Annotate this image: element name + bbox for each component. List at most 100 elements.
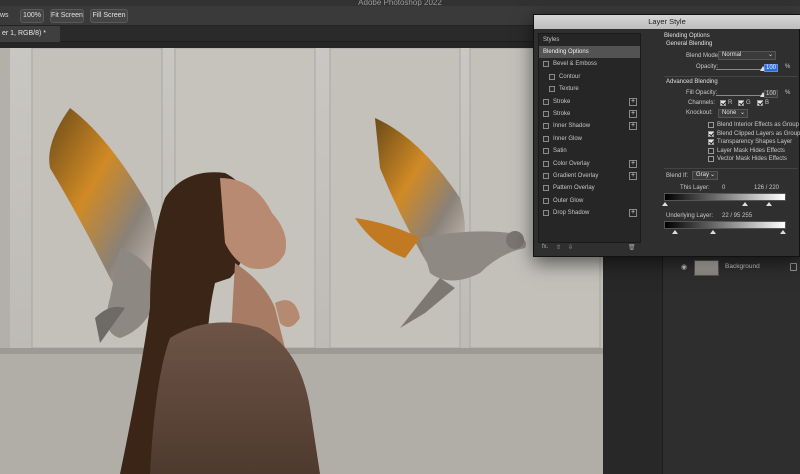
channel-r-checkbox[interactable] <box>720 100 726 106</box>
this-layer-white-slider-left[interactable] <box>742 202 748 206</box>
style-item-label: Color Overlay <box>553 160 590 167</box>
this-layer-high: 126 / 220 <box>754 185 780 191</box>
zoom-100-button[interactable]: 100% <box>20 9 44 23</box>
chevron-down-icon: ⌄ <box>767 52 773 58</box>
photoshop-window: Adobe Photoshop 2022 ws 100% Fit Screen … <box>0 0 800 474</box>
styles-header-label: Styles <box>543 37 560 43</box>
fit-screen-button[interactable]: Fit Screen <box>50 9 84 23</box>
underlying-black-slider[interactable] <box>672 230 678 234</box>
fill-screen-button[interactable]: Fill Screen <box>90 9 128 23</box>
channel-g-checkbox[interactable] <box>738 100 744 106</box>
opacity-slider[interactable] <box>716 66 766 71</box>
option-checkbox[interactable] <box>708 147 714 154</box>
styles-footer: fx. ⇧ ⇩ 🗑 <box>538 244 641 254</box>
eye-icon[interactable]: ◉ <box>681 264 690 272</box>
styles-list: Styles Blending Options Bevel & Emboss Con… <box>538 33 641 243</box>
move-down-icon[interactable]: ⇩ <box>568 244 573 251</box>
this-layer-low: 0 <box>722 185 726 191</box>
style-item-contour[interactable]: Contour <box>539 71 640 83</box>
add-effect-icon[interactable]: + <box>629 122 637 131</box>
fill-opacity-label: Fill Opacity: <box>686 90 718 96</box>
option-checkbox[interactable] <box>708 130 714 137</box>
styles-header[interactable]: Styles <box>539 34 640 46</box>
option-label: Vector Mask Hides Effects <box>717 156 787 163</box>
underlying-layer-label: Underlying Layer: <box>666 213 714 219</box>
this-layer-black-slider[interactable] <box>662 202 668 206</box>
style-checkbox[interactable] <box>543 123 549 130</box>
knockout-value: None <box>722 110 737 116</box>
canvas-image[interactable] <box>0 48 603 474</box>
style-checkbox[interactable] <box>543 173 549 179</box>
style-item-blending-options[interactable]: Blending Options <box>539 46 640 58</box>
style-item-inner-glow[interactable]: Inner Glow <box>539 133 640 145</box>
option-checkbox[interactable] <box>708 156 714 163</box>
style-item-label: Contour <box>559 73 581 80</box>
style-item-bevel-emboss[interactable]: Bevel & Emboss <box>539 58 640 70</box>
advanced-blending-title: Advanced Blending <box>666 79 718 85</box>
style-item-label: Inner Shadow <box>553 123 591 130</box>
style-checkbox[interactable] <box>543 98 549 105</box>
style-checkbox[interactable] <box>549 73 555 80</box>
channel-g-label: G <box>746 100 751 106</box>
add-effect-icon[interactable]: + <box>629 172 637 180</box>
underlying-white-slider[interactable] <box>780 230 786 234</box>
trash-icon[interactable]: 🗑 <box>628 244 636 251</box>
add-effect-icon[interactable]: + <box>629 97 637 106</box>
underlying-mid-slider[interactable] <box>710 230 716 234</box>
style-checkbox[interactable] <box>549 86 555 93</box>
move-up-icon[interactable]: ⇧ <box>556 244 561 251</box>
style-item-label: Drop Shadow <box>553 210 590 217</box>
fill-opacity-input[interactable]: 100 <box>764 90 778 98</box>
style-item-inner-shadow[interactable]: Inner Shadow + <box>539 120 640 132</box>
option-label: Blend Clipped Layers as Group <box>717 130 800 137</box>
option-checkbox[interactable] <box>708 139 714 146</box>
option-checkbox[interactable] <box>708 122 714 128</box>
style-checkbox[interactable] <box>543 210 549 217</box>
style-item-label: Stroke <box>553 111 571 117</box>
style-checkbox[interactable] <box>543 148 549 155</box>
add-effect-icon[interactable]: + <box>629 159 637 168</box>
style-checkbox[interactable] <box>543 135 549 142</box>
blending-options-title: Blending Options <box>664 33 710 39</box>
knockout-select[interactable]: None ⌄ <box>718 109 748 118</box>
document-tab[interactable]: er 1, RGB/8) * <box>0 26 60 42</box>
dialog-title[interactable]: Layer Style <box>534 15 800 29</box>
style-checkbox[interactable] <box>543 185 549 192</box>
fx-icon[interactable]: fx. <box>542 244 548 250</box>
style-checkbox[interactable] <box>543 61 549 68</box>
style-item-outer-glow[interactable]: Outer Glow <box>539 195 640 207</box>
style-item-drop-shadow[interactable]: Drop Shadow + <box>539 207 640 219</box>
channel-b-checkbox[interactable] <box>757 100 763 106</box>
style-item-stroke[interactable]: Stroke + <box>539 108 640 120</box>
this-layer-label: This Layer: <box>680 185 710 191</box>
style-checkbox[interactable] <box>543 160 549 167</box>
add-effect-icon[interactable]: + <box>629 209 637 218</box>
opacity-input[interactable]: 100 <box>764 64 778 72</box>
style-item-label: Pattern Overlay <box>553 185 595 192</box>
style-item-satin[interactable]: Satin <box>539 145 640 157</box>
style-item-stroke[interactable]: Stroke + <box>539 96 640 108</box>
underlying-layer-gradient[interactable] <box>664 221 786 229</box>
layer-row-background[interactable]: ◉ Background <box>677 259 800 277</box>
this-layer-gradient[interactable] <box>664 193 786 201</box>
add-effect-icon[interactable]: + <box>629 110 637 118</box>
fill-opacity-slider[interactable] <box>716 92 766 97</box>
blending-options-panel: Blending Options General Blending Blend … <box>652 33 800 258</box>
layer-thumbnail <box>694 260 719 276</box>
underlying-values: 22 / 95 255 <box>722 213 753 219</box>
option-label: Transparency Shapes Layer <box>717 139 793 146</box>
divider <box>664 76 798 77</box>
blend-mode-value: Normal <box>722 52 742 58</box>
style-item-label: Bevel & Emboss <box>553 61 598 68</box>
blend-mode-select[interactable]: Normal ⌄ <box>718 51 776 60</box>
blend-if-select[interactable]: Gray ⌄ <box>692 171 718 180</box>
style-item-texture[interactable]: Texture <box>539 83 640 95</box>
this-layer-white-slider-right[interactable] <box>766 202 772 206</box>
style-item-pattern-overlay[interactable]: Pattern Overlay <box>539 182 640 194</box>
style-checkbox[interactable] <box>543 197 549 204</box>
chevron-down-icon: ⌄ <box>709 172 715 178</box>
style-checkbox[interactable] <box>543 111 549 117</box>
lock-icon[interactable] <box>790 263 797 271</box>
style-item-color-overlay[interactable]: Color Overlay + <box>539 158 640 170</box>
style-item-gradient-overlay[interactable]: Gradient Overlay + <box>539 170 640 182</box>
